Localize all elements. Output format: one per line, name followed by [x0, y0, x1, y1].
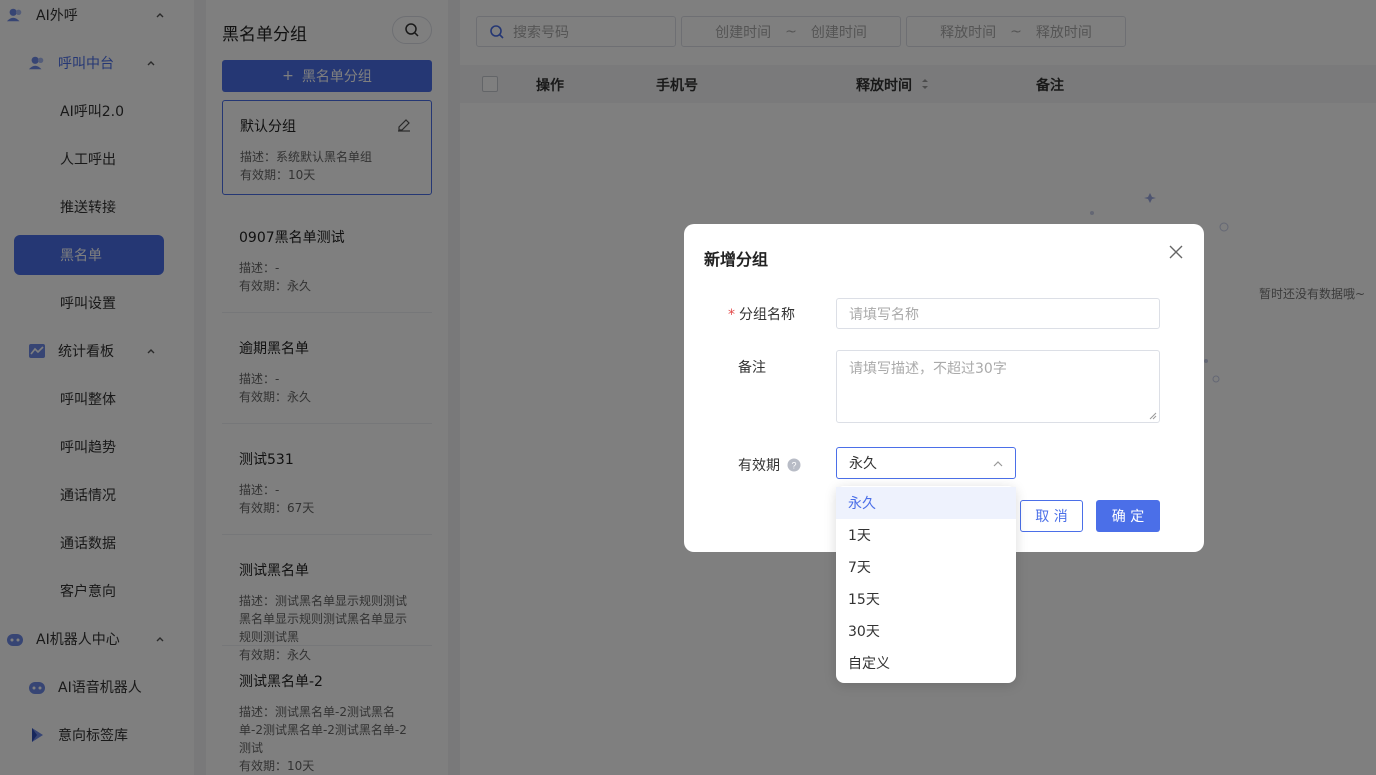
note-placeholder: 请填写描述，不超过30字	[849, 361, 1007, 377]
chevron-up-icon	[993, 461, 1003, 467]
expiry-select[interactable]: 永久	[836, 447, 1016, 479]
help-icon[interactable]: ?	[787, 458, 801, 472]
svg-text:?: ?	[791, 461, 796, 471]
note-label: 备注	[738, 360, 766, 376]
required-marker: *	[728, 307, 735, 323]
expiry-option-7-days[interactable]: 7天	[836, 551, 1016, 583]
group-name-placeholder: 请填写名称	[849, 306, 919, 323]
expiry-option-15-days[interactable]: 15天	[836, 583, 1016, 615]
dialog-title: 新增分组	[704, 250, 769, 269]
expiry-option-permanent[interactable]: 永久	[836, 487, 1016, 519]
expiry-option-30-days[interactable]: 30天	[836, 615, 1016, 647]
note-textarea[interactable]: 请填写描述，不超过30字	[836, 350, 1160, 423]
resize-handle-icon[interactable]	[1149, 412, 1157, 420]
expiry-selected-value: 永久	[849, 456, 877, 472]
confirm-button[interactable]: 确 定	[1096, 500, 1160, 532]
expiry-option-1-day[interactable]: 1天	[836, 519, 1016, 551]
group-name-label: * 分组名称	[728, 307, 795, 323]
cancel-button[interactable]: 取 消	[1020, 500, 1083, 532]
close-icon[interactable]	[1168, 244, 1184, 260]
expiry-option-custom[interactable]: 自定义	[836, 647, 1016, 679]
expiry-label: 有效期 ?	[738, 455, 801, 475]
group-name-input[interactable]: 请填写名称	[836, 298, 1160, 329]
expiry-dropdown: 永久 1天 7天 15天 30天 自定义	[836, 486, 1016, 683]
